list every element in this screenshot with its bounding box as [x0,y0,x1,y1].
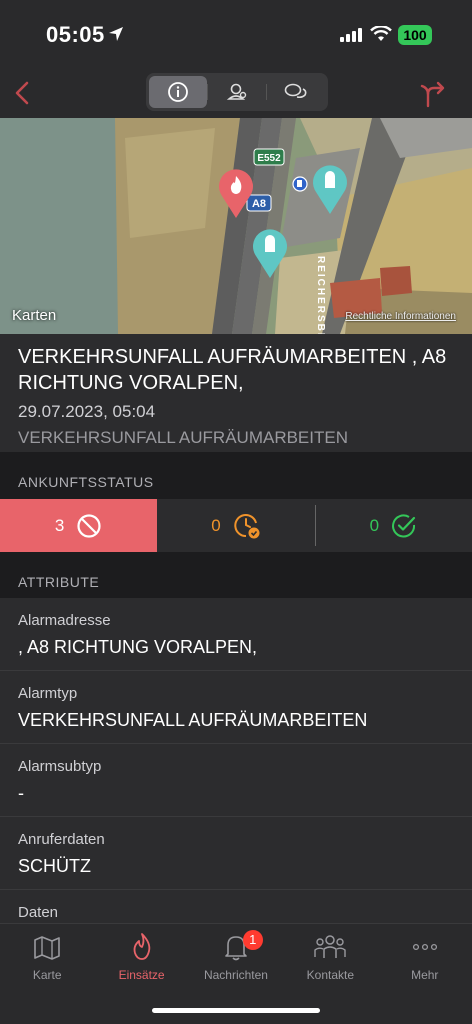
attribute-row[interactable]: Alarmadresse , A8 RICHTUNG VORALPEN, [0,598,472,671]
map-street-label: REICHERSBE [315,256,326,334]
arrival-status-header: ANKUNFTSSTATUS [0,452,472,498]
prohibited-icon [77,513,101,538]
chat-bubbles-icon [284,83,307,99]
battery-indicator: 100 [398,25,432,45]
incident-summary: VERKEHRSUNFALL AUFRÄUMARBEITEN , A8 RICH… [0,334,472,452]
attribute-label: Alarmsubtyp [18,758,102,775]
apple-maps-logo: Karten [12,307,56,324]
tab-responders[interactable] [208,76,266,108]
tab-label: Nachrichten [203,968,268,982]
info-icon [168,82,188,102]
back-chevron-icon[interactable] [8,78,38,108]
attribute-list: Alarmadresse , A8 RICHTUNG VORALPEN, Ala… [0,598,472,923]
attribute-label: Anruferdaten [18,831,105,848]
responder-badge-icon [226,83,247,100]
view-segmented-control [146,73,328,111]
status-bar: 05:05 100 [0,0,472,70]
navigation-bar [0,70,472,118]
fuel-station-icon [292,176,308,192]
map-logo-text: Karten [12,307,57,324]
arrival-pending-button[interactable]: 0 [157,499,314,552]
home-indicator[interactable] [152,1008,320,1013]
location-arrow-icon [109,27,123,41]
map-road-label-a8: A8 [252,198,266,210]
attribute-value: SCHÜTZ [18,856,91,876]
tab-mehr[interactable]: Mehr [378,924,472,1024]
directions-icon[interactable] [418,76,450,110]
incident-map[interactable]: E552 A8 REICHERSBE Karten Rechtliche Inf… [0,118,472,334]
wifi-icon [370,26,392,41]
tab-label: Einsätze [118,968,165,982]
attribute-row[interactable]: Alarmtyp VERKEHRSUNFALL AUFRÄUMARBEITEN [0,671,472,744]
attribute-row[interactable]: Alarmsubtyp - [0,744,472,817]
attribute-label: Alarmtyp [18,685,78,702]
confirmed-count: 0 [369,515,380,535]
incident-title: VERKEHRSUNFALL AUFRÄUMARBEITEN , A8 RICH… [18,346,447,394]
cellular-signal-icon [340,28,362,42]
tab-label: Kontakte [306,968,355,982]
attribute-label: Alarmadresse [18,612,111,629]
incident-type: VERKEHRSUNFALL AUFRÄUMARBEITEN [18,428,348,447]
flame-icon [133,933,150,960]
map-icon [34,936,60,960]
attributes-header: ATTRIBUTE [0,552,472,598]
map-legal-link[interactable]: Rechtliche Informationen [345,311,456,322]
check-circle-icon [392,513,416,537]
tab-label: Mehr [411,968,439,982]
status-time: 05:05 [46,22,105,47]
tab-info[interactable] [149,76,207,108]
tab-label: Karte [32,968,62,982]
attribute-label: Daten [18,904,59,921]
attribute-row[interactable]: Daten [0,890,472,923]
notification-badge: 1 [242,930,263,950]
map-road-label-e552: E552 [257,153,281,164]
attribute-value: , A8 RICHTUNG VORALPEN, [18,637,258,657]
attribute-row[interactable]: Anruferdaten SCHÜTZ [0,817,472,890]
attribute-value: - [18,783,24,803]
contacts-group-icon [314,935,347,958]
incident-datetime: 29.07.2023, 05:04 [18,402,156,421]
arrival-declined-button[interactable]: 3 [0,499,158,552]
declined-count: 3 [54,515,65,535]
more-dots-icon [412,943,437,951]
pending-count: 0 [211,515,221,535]
attribute-value: VERKEHRSUNFALL AUFRÄUMARBEITEN [18,710,368,730]
arrival-confirmed-button[interactable]: 0 [314,499,472,552]
tab-chat[interactable] [267,76,325,108]
satellite-map-image: E552 A8 REICHERSBE [0,118,472,334]
clock-check-icon [234,513,260,538]
arrival-status-bar: 3 0 0 [0,499,472,552]
tab-karte[interactable]: Karte [0,924,94,1024]
arrival-separator [314,505,316,546]
